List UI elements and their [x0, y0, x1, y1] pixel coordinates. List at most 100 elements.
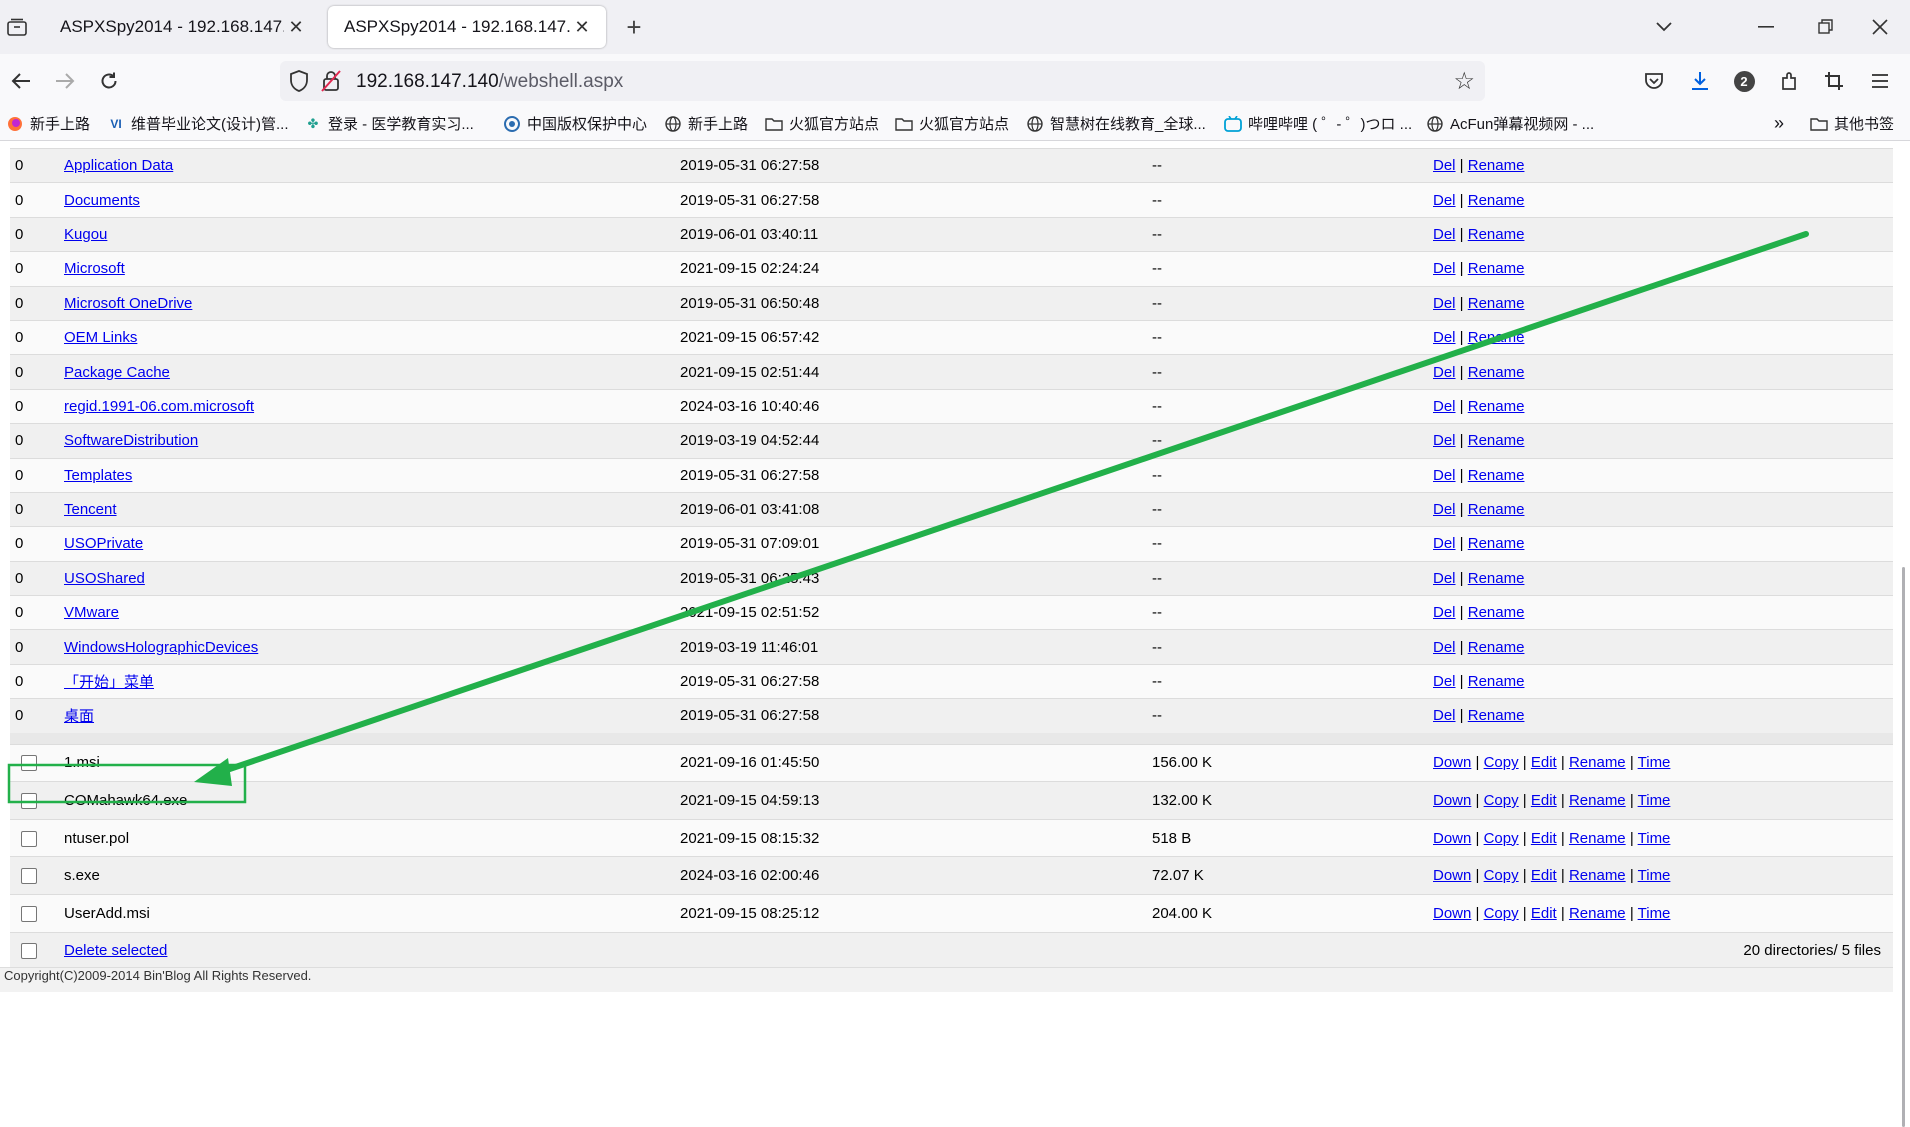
file-checkbox[interactable]: [21, 755, 37, 772]
copy-link[interactable]: Copy: [1484, 867, 1519, 884]
new-tab-icon[interactable]: +: [620, 14, 648, 42]
del-link[interactable]: Del: [1433, 501, 1456, 518]
rename-link[interactable]: Rename: [1468, 639, 1525, 656]
insecure-lock-icon[interactable]: [320, 69, 344, 93]
rename-link[interactable]: Rename: [1468, 226, 1525, 243]
directory-link[interactable]: Tencent: [64, 501, 117, 518]
down-link[interactable]: Down: [1433, 754, 1471, 771]
down-link[interactable]: Down: [1433, 830, 1471, 847]
del-link[interactable]: Del: [1433, 398, 1456, 415]
scrollbar-thumb[interactable]: [1902, 567, 1905, 1127]
del-link[interactable]: Del: [1433, 673, 1456, 690]
bookmark-item[interactable]: 火狐官方站点: [765, 113, 879, 134]
directory-link[interactable]: Application Data: [64, 157, 173, 174]
rename-link[interactable]: Rename: [1468, 467, 1525, 484]
bookmark-item[interactable]: 中国版权保护中心: [503, 113, 647, 134]
rename-link[interactable]: Rename: [1468, 673, 1525, 690]
del-link[interactable]: Del: [1433, 707, 1456, 724]
rename-link[interactable]: Rename: [1468, 604, 1525, 621]
copy-link[interactable]: Copy: [1484, 792, 1519, 809]
bookmark-item[interactable]: 火狐官方站点: [895, 113, 1009, 134]
chevron-down-icon[interactable]: [1644, 12, 1684, 42]
time-link[interactable]: Time: [1638, 867, 1671, 884]
directory-link[interactable]: regid.1991-06.com.microsoft: [64, 398, 254, 415]
directory-link[interactable]: WindowsHolographicDevices: [64, 639, 258, 656]
download-icon[interactable]: [1686, 67, 1714, 95]
rename-link[interactable]: Rename: [1569, 905, 1626, 922]
time-link[interactable]: Time: [1638, 792, 1671, 809]
select-all-checkbox[interactable]: [21, 943, 37, 960]
scrollbar[interactable]: [1893, 141, 1910, 1127]
directory-link[interactable]: VMware: [64, 604, 119, 621]
rename-link[interactable]: Rename: [1468, 260, 1525, 277]
time-link[interactable]: Time: [1638, 754, 1671, 771]
del-link[interactable]: Del: [1433, 639, 1456, 656]
bookmark-item[interactable]: 哔哩哔哩 ( ゜- ゜)つロ ...: [1224, 113, 1412, 134]
rename-link[interactable]: Rename: [1569, 754, 1626, 771]
rename-link[interactable]: Rename: [1569, 792, 1626, 809]
extensions-icon[interactable]: [1775, 67, 1803, 95]
browser-tab[interactable]: ASPXSpy2014 - 192.168.147.140 ✕: [44, 6, 320, 48]
pocket-icon[interactable]: [1640, 67, 1668, 95]
directory-link[interactable]: SoftwareDistribution: [64, 432, 198, 449]
directory-link[interactable]: Documents: [64, 192, 140, 209]
delete-selected-link[interactable]: Delete selected: [64, 942, 167, 959]
reload-icon[interactable]: [92, 64, 126, 98]
edit-link[interactable]: Edit: [1531, 792, 1557, 809]
forward-arrow-icon[interactable]: [48, 64, 82, 98]
rename-link[interactable]: Rename: [1468, 707, 1525, 724]
browser-tab-active[interactable]: ASPXSpy2014 - 192.168.147.140 ✕: [328, 6, 606, 48]
del-link[interactable]: Del: [1433, 570, 1456, 587]
directory-link[interactable]: USOPrivate: [64, 535, 143, 552]
del-link[interactable]: Del: [1433, 157, 1456, 174]
rename-link[interactable]: Rename: [1468, 157, 1525, 174]
file-checkbox[interactable]: [21, 868, 37, 885]
down-link[interactable]: Down: [1433, 867, 1471, 884]
rename-link[interactable]: Rename: [1468, 432, 1525, 449]
copy-link[interactable]: Copy: [1484, 830, 1519, 847]
back-arrow-icon[interactable]: [4, 64, 38, 98]
del-link[interactable]: Del: [1433, 295, 1456, 312]
bookmark-item[interactable]: 新手上路: [664, 113, 748, 134]
rename-link[interactable]: Rename: [1468, 535, 1525, 552]
del-link[interactable]: Del: [1433, 432, 1456, 449]
time-link[interactable]: Time: [1638, 830, 1671, 847]
chevron-right-double-icon[interactable]: »: [1774, 113, 1784, 134]
bookmark-item[interactable]: VI 维普毕业论文(设计)管...: [107, 113, 288, 134]
directory-link[interactable]: Kugou: [64, 226, 107, 243]
directory-link[interactable]: Microsoft: [64, 260, 125, 277]
directory-link[interactable]: Microsoft OneDrive: [64, 295, 192, 312]
shield-icon[interactable]: [288, 69, 312, 93]
bookmark-item[interactable]: 智慧树在线教育_全球...: [1026, 113, 1206, 134]
rename-link[interactable]: Rename: [1569, 867, 1626, 884]
copy-link[interactable]: Copy: [1484, 905, 1519, 922]
del-link[interactable]: Del: [1433, 192, 1456, 209]
del-link[interactable]: Del: [1433, 226, 1456, 243]
directory-link[interactable]: 「开始」菜单: [64, 674, 154, 691]
directory-link[interactable]: Package Cache: [64, 364, 170, 381]
rename-link[interactable]: Rename: [1468, 398, 1525, 415]
rename-link[interactable]: Rename: [1468, 501, 1525, 518]
rename-link[interactable]: Rename: [1468, 192, 1525, 209]
file-checkbox[interactable]: [21, 905, 37, 922]
crop-screenshot-icon[interactable]: [1820, 67, 1848, 95]
directory-link[interactable]: 桌面: [64, 708, 94, 725]
close-icon[interactable]: ✕: [570, 15, 594, 39]
directory-link[interactable]: OEM Links: [64, 329, 137, 346]
close-icon[interactable]: ✕: [284, 15, 308, 39]
bookmark-item[interactable]: 新手上路: [6, 113, 90, 134]
other-bookmarks-folder[interactable]: 其他书签: [1810, 113, 1894, 134]
star-icon[interactable]: ☆: [1453, 67, 1475, 96]
del-link[interactable]: Del: [1433, 364, 1456, 381]
file-checkbox[interactable]: [21, 793, 37, 810]
time-link[interactable]: Time: [1638, 905, 1671, 922]
account-badge-icon[interactable]: 2: [1730, 67, 1758, 95]
close-window-icon[interactable]: [1860, 12, 1900, 42]
del-link[interactable]: Del: [1433, 260, 1456, 277]
menu-icon[interactable]: [1866, 67, 1894, 95]
bookmark-item[interactable]: ✤ 登录 - 医学教育实习...: [304, 113, 474, 134]
rename-link[interactable]: Rename: [1468, 570, 1525, 587]
edit-link[interactable]: Edit: [1531, 905, 1557, 922]
url-text[interactable]: 192.168.147.140/webshell.aspx: [356, 71, 623, 93]
minimize-icon[interactable]: [1746, 12, 1786, 42]
